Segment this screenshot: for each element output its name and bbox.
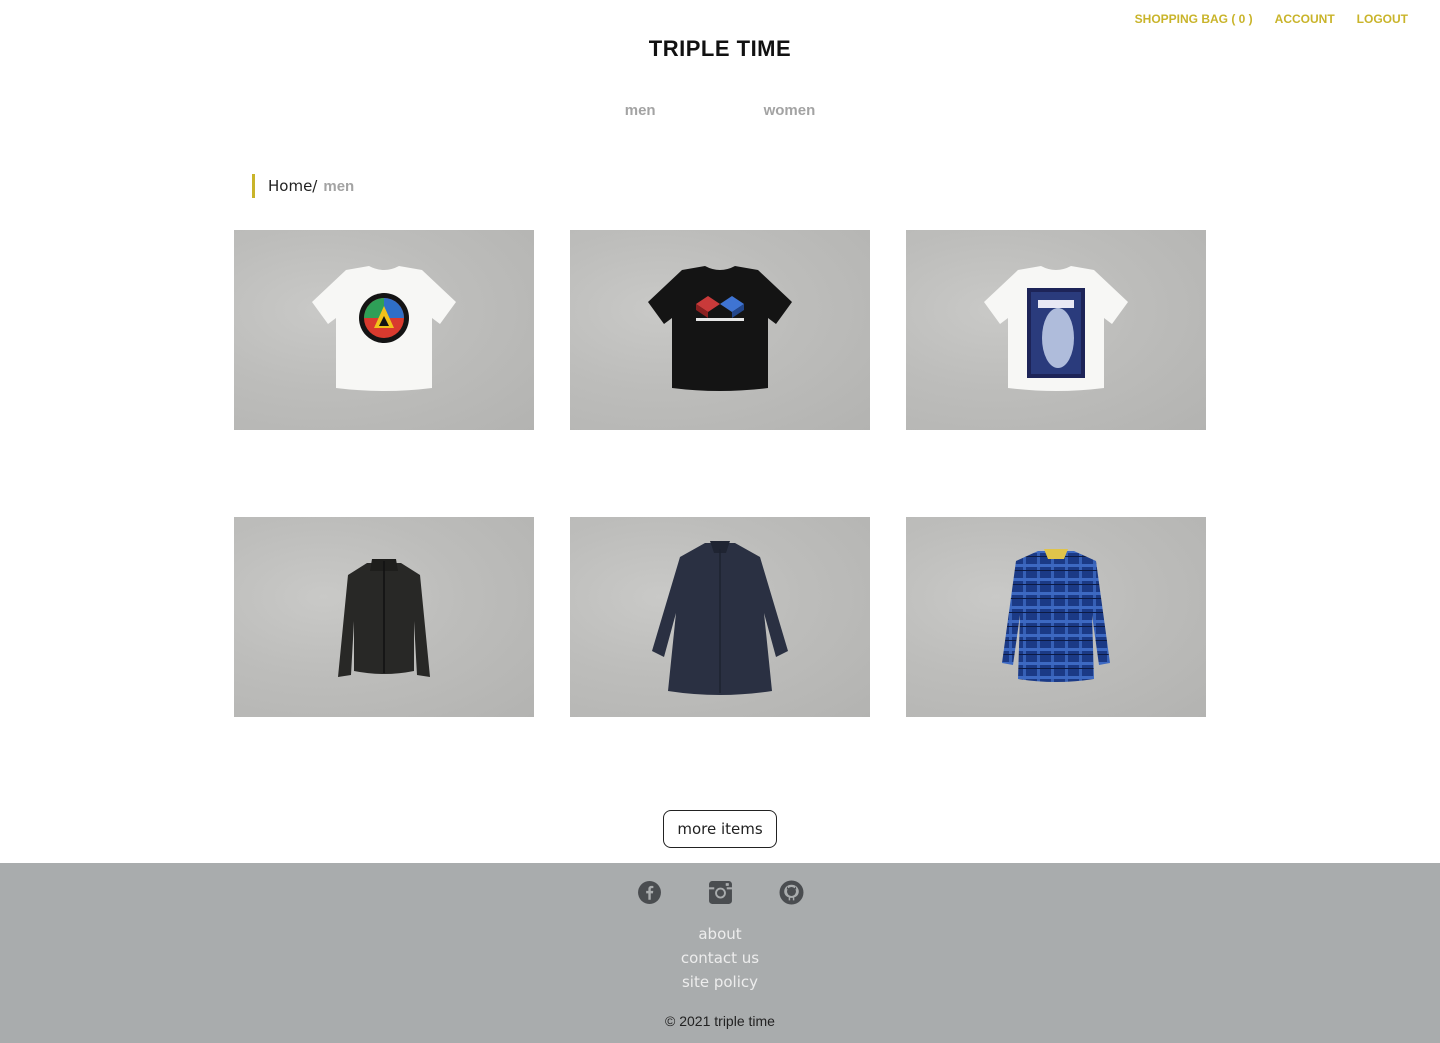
category-nav: men women — [0, 102, 1440, 119]
product-image-fleece-jacket[interactable] — [234, 517, 534, 717]
product-image-plaid-shirt[interactable] — [906, 517, 1206, 717]
breadcrumb-separator: / — [312, 177, 318, 195]
product-card[interactable] — [234, 230, 534, 430]
breadcrumb-current: men — [323, 177, 355, 195]
nav-women[interactable]: women — [764, 102, 816, 119]
product-grid — [234, 230, 1206, 717]
product-card[interactable] — [906, 517, 1206, 717]
product-image-navy-coat[interactable] — [570, 517, 870, 717]
product-card[interactable] — [234, 517, 534, 717]
footer-policy-link[interactable]: site policy — [0, 970, 1440, 994]
product-image-black-tshirt[interactable] — [570, 230, 870, 430]
facebook-icon[interactable] — [637, 880, 662, 905]
site-logo[interactable]: TRIPLE TIME — [0, 36, 1440, 62]
instagram-icon[interactable] — [708, 880, 733, 905]
footer-contact-link[interactable]: contact us — [0, 946, 1440, 970]
product-card[interactable] — [570, 230, 870, 430]
shopping-bag-link[interactable]: SHOPPING BAG ( 0 ) — [1135, 12, 1253, 26]
product-image-white-tshirt[interactable] — [234, 230, 534, 430]
more-items-button[interactable]: more items — [663, 810, 777, 848]
product-card[interactable] — [570, 517, 870, 717]
site-footer: about contact us site policy © 2021 trip… — [0, 863, 1440, 1043]
social-links — [0, 880, 1440, 905]
breadcrumb-home[interactable]: Home — [268, 177, 312, 195]
footer-links: about contact us site policy — [0, 922, 1440, 994]
nav-men[interactable]: men — [625, 102, 656, 119]
breadcrumb: Home / men — [252, 174, 354, 198]
account-link[interactable]: ACCOUNT — [1275, 12, 1335, 26]
copyright: © 2021 triple time — [665, 1013, 775, 1029]
logout-link[interactable]: LOGOUT — [1357, 12, 1408, 26]
product-image-fantasia-tshirt[interactable] — [906, 230, 1206, 430]
product-card[interactable] — [906, 230, 1206, 430]
footer-about-link[interactable]: about — [0, 922, 1440, 946]
account-links: SHOPPING BAG ( 0 ) ACCOUNT LOGOUT — [1135, 12, 1408, 26]
github-icon[interactable] — [779, 880, 804, 905]
